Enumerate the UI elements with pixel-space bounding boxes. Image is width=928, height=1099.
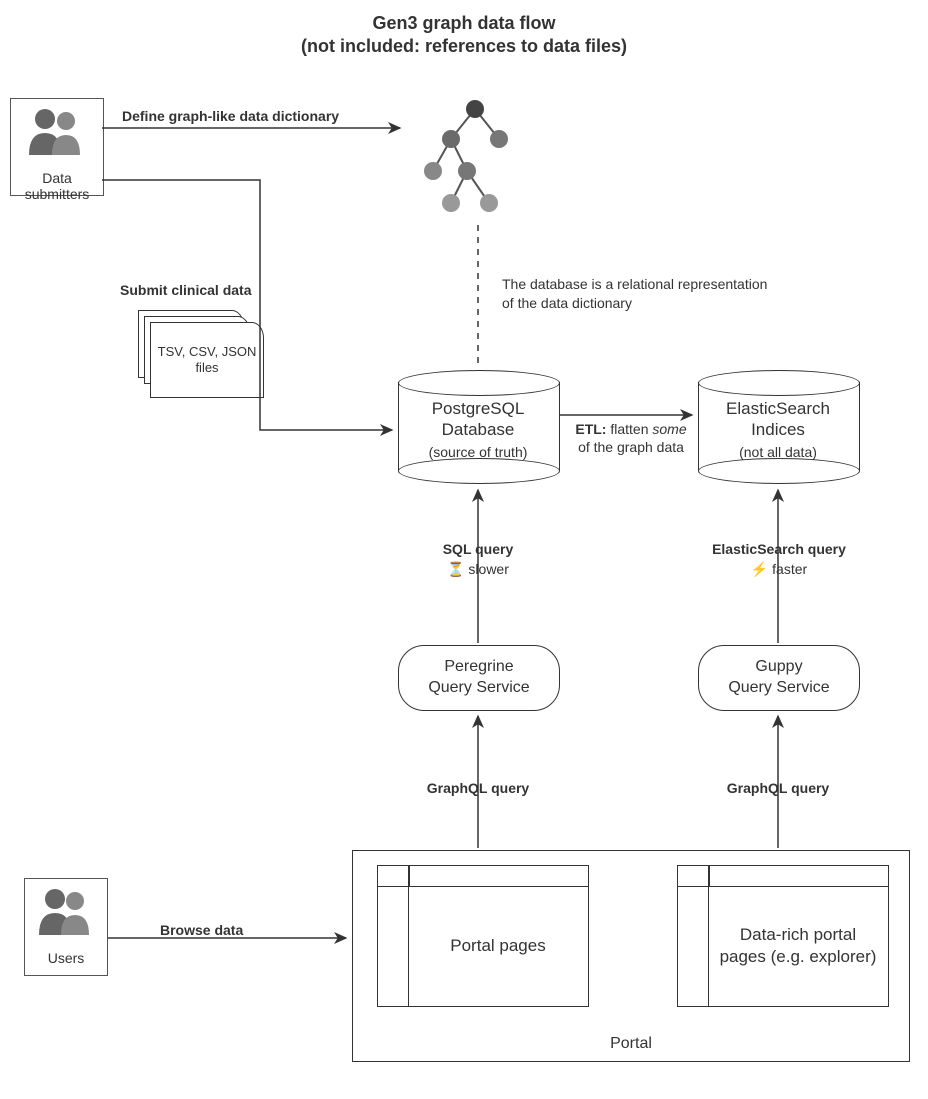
label-browse-data: Browse data xyxy=(160,922,280,938)
postgres-database: PostgreSQL Database (source of truth) xyxy=(398,370,558,482)
hourglass-icon: ⏳ xyxy=(447,561,464,577)
label-sql-query: SQL query ⏳ slower xyxy=(398,540,558,579)
portal-caption: Portal xyxy=(353,1029,909,1053)
portal-explorer-label: Data-rich portal pages (e.g. explorer) xyxy=(708,886,888,1006)
guppy-line-1: Guppy xyxy=(755,658,802,675)
lightning-icon: ⚡ xyxy=(751,561,768,577)
label-etl: ETL: flatten some of the graph data xyxy=(566,420,696,456)
label-define-data-dictionary: Define graph-like data dictionary xyxy=(122,108,382,124)
actor-users-label: Users xyxy=(25,946,107,972)
es-line-3: (not all data) xyxy=(739,444,817,460)
es-line-2: Indices xyxy=(751,420,805,439)
actor-users: Users xyxy=(24,878,108,976)
users-icon xyxy=(11,99,103,163)
portal-container: Portal pages Data-rich portal pages (e.g… xyxy=(352,850,910,1062)
peregrine-service: Peregrine Query Service xyxy=(398,645,560,711)
data-dictionary-tree-icon xyxy=(405,95,545,225)
files-label: TSV, CSV, JSON files xyxy=(155,344,259,377)
label-graphql-right: GraphQL query xyxy=(698,780,858,796)
label-db-note: The database is a relational representat… xyxy=(502,275,782,313)
users-icon xyxy=(25,879,107,943)
elasticsearch-indices: ElasticSearch Indices (not all data) xyxy=(698,370,858,482)
title-line-1: Gen3 graph data flow xyxy=(372,13,555,33)
diagram-title: Gen3 graph data flow (not included: refe… xyxy=(0,12,928,59)
es-line-1: ElasticSearch xyxy=(726,399,830,418)
guppy-service: Guppy Query Service xyxy=(698,645,860,711)
peregrine-line-2: Query Service xyxy=(428,679,529,696)
postgres-line-1: PostgreSQL xyxy=(432,399,525,418)
files-stack-icon: TSV, CSV, JSON files xyxy=(138,310,258,392)
actor-data-submitters: Data submitters xyxy=(10,98,104,196)
guppy-line-2: Query Service xyxy=(728,679,829,696)
label-es-query: ElasticSearch query ⚡ faster xyxy=(684,540,874,579)
label-graphql-left: GraphQL query xyxy=(398,780,558,796)
postgres-line-2: Database xyxy=(442,420,515,439)
postgres-line-3: (source of truth) xyxy=(429,444,528,460)
portal-pages-window: Portal pages xyxy=(377,865,589,1007)
actor-data-submitters-label: Data submitters xyxy=(11,166,103,208)
portal-pages-label: Portal pages xyxy=(408,886,588,1006)
title-line-2: (not included: references to data files) xyxy=(301,36,627,56)
peregrine-line-1: Peregrine xyxy=(444,658,513,675)
portal-explorer-window: Data-rich portal pages (e.g. explorer) xyxy=(677,865,889,1007)
label-submit-clinical-data: Submit clinical data xyxy=(120,282,320,298)
